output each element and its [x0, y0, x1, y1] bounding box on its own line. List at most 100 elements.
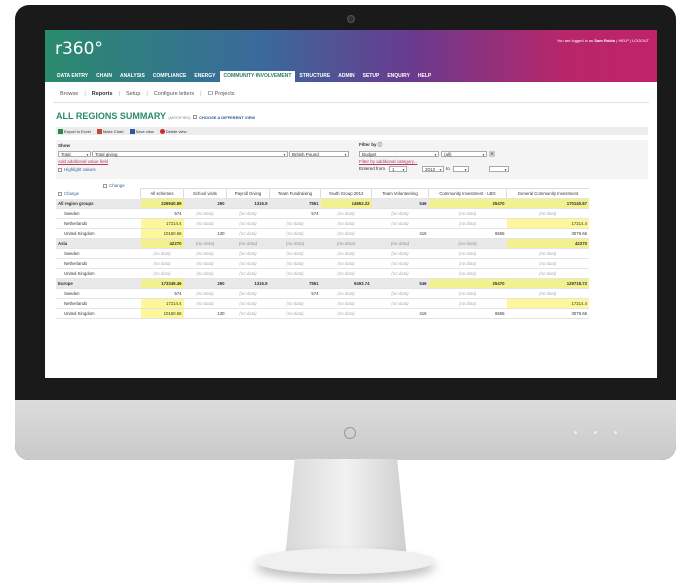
- user-text: You are logged in as: [556, 38, 594, 43]
- nav-item[interactable]: COMPLIANCE: [149, 71, 191, 82]
- nav-item[interactable]: ENQUIRY: [383, 71, 414, 82]
- table-cell: (no data): [428, 208, 507, 219]
- show-label: Show: [58, 143, 70, 148]
- clear-filter-icon[interactable]: ✕: [489, 151, 495, 157]
- monitor-stand: [285, 459, 407, 559]
- column-header[interactable]: Team Fundraising: [269, 188, 321, 199]
- row-label: Netherlands: [56, 258, 141, 269]
- nav-item[interactable]: SETUP: [359, 71, 384, 82]
- filter-op-select[interactable]: (all): [441, 151, 487, 158]
- table-cell: 129718.72: [506, 278, 589, 289]
- nav-item[interactable]: ENERGY: [190, 71, 219, 82]
- subnav-item[interactable]: Setup: [123, 91, 143, 97]
- screen: r360° You are logged in as Sam Robin | H…: [45, 30, 657, 378]
- from-month-select[interactable]: 1: [389, 166, 407, 173]
- currency-select[interactable]: British Pound: [289, 151, 349, 158]
- help-link[interactable]: HELP: [618, 38, 628, 43]
- nav-item[interactable]: CHAIN: [92, 71, 116, 82]
- power-button: [344, 427, 356, 439]
- choose-view-checkbox[interactable]: [193, 114, 198, 119]
- subnav-item[interactable]: Configure letters: [151, 91, 197, 97]
- column-header[interactable]: Community Investment - LBG: [428, 188, 507, 199]
- table-cell: 574: [140, 288, 184, 299]
- filter-select[interactable]: Budget: [359, 151, 439, 158]
- subnav-item[interactable]: Browse: [57, 91, 81, 97]
- nav-item[interactable]: COMMUNITY INVOLVEMENT: [219, 71, 296, 82]
- table-cell: 42270: [140, 238, 184, 249]
- to-year-select[interactable]: [489, 166, 509, 173]
- column-header[interactable]: General Community Investment: [506, 188, 589, 199]
- indicator-light: [594, 431, 597, 434]
- table-cell: 17214.4: [506, 218, 589, 229]
- table-cell: 546: [371, 198, 429, 209]
- table-cell: (no data): [371, 258, 429, 269]
- column-header[interactable]: School visits: [183, 188, 227, 199]
- nav-item[interactable]: ANALYSIS: [116, 71, 149, 82]
- choose-view-link[interactable]: CHOOSE A DIFFERENT VIEW: [199, 115, 255, 120]
- table-cell: 6565: [428, 308, 507, 319]
- table-cell: (no data): [320, 258, 372, 269]
- save-view-button[interactable]: Save view: [128, 128, 154, 134]
- table-cell: (no data): [183, 288, 227, 299]
- table-cell: (no data): [183, 238, 227, 249]
- indicator-light: [574, 431, 577, 434]
- table-cell: 10150.66: [140, 228, 184, 239]
- show-select[interactable]: Total: [58, 151, 91, 158]
- row-label: Sweden: [56, 208, 141, 219]
- webcam: [347, 15, 355, 23]
- info-icon[interactable]: ⓘ: [378, 142, 383, 147]
- nav-item[interactable]: STRUCTURE: [295, 71, 334, 82]
- make-chart-button[interactable]: Make Chart: [95, 128, 124, 134]
- table-cell: (no data): [428, 258, 507, 269]
- table-cell: 42270: [506, 238, 589, 249]
- row-label: Netherlands: [56, 298, 141, 309]
- column-header[interactable]: Payroll Giving: [226, 188, 270, 199]
- table-cell: (no data): [226, 218, 270, 229]
- to-month-select[interactable]: [453, 166, 469, 173]
- table-cell: (no data): [183, 248, 227, 259]
- table-row: Sweden 574 (no data) (no data) 574 (no data)(…: [56, 208, 589, 219]
- table-row: United Kingdom (no data) (no data) (no data…: [56, 268, 589, 279]
- table-cell: (no data): [269, 258, 321, 269]
- column-header[interactable]: All schemes: [140, 188, 184, 199]
- table-cell: (no data): [269, 248, 321, 259]
- measure-select[interactable]: Total giving: [92, 151, 288, 158]
- table-cell: (no data): [183, 258, 227, 269]
- logout-link[interactable]: LOGOUT: [632, 38, 649, 43]
- table-cell: (no data): [428, 288, 507, 299]
- from-year-select[interactable]: 2013: [422, 166, 444, 173]
- table-cell: (no data): [320, 218, 372, 229]
- nav-item[interactable]: HELP: [414, 71, 435, 82]
- delete-view-button[interactable]: Delete view: [158, 128, 187, 134]
- modified-flag: (MODIFIED): [168, 115, 191, 120]
- highlight-checkbox[interactable]: [58, 167, 62, 172]
- nav-item[interactable]: DATA ENTRY: [53, 71, 92, 82]
- nav-item[interactable]: ADMIN: [334, 71, 358, 82]
- table-cell: (no data): [269, 268, 321, 279]
- subnav-item[interactable]: Reports: [89, 91, 116, 97]
- highlight-label: Highlight values: [64, 167, 96, 172]
- user-info: You are logged in as Sam Robin | HELP | …: [556, 38, 649, 43]
- table-cell: 3079.66: [506, 308, 589, 319]
- table-row: Sweden 574 (no data) (no data) 574 (no data)(…: [56, 288, 589, 299]
- filter-more-link[interactable]: Filter by additional category...: [359, 159, 417, 164]
- add-value-link[interactable]: Add additional value field: [58, 159, 108, 164]
- table-cell: (no data): [140, 268, 184, 279]
- column-header[interactable]: Team Volunteering: [371, 188, 429, 199]
- export-excel-button[interactable]: Export to Excel: [56, 128, 91, 134]
- app-logo[interactable]: r360°: [55, 39, 103, 59]
- column-header[interactable]: Youth Group 2012: [320, 188, 372, 199]
- subnav-item[interactable]: CI Projects: [205, 91, 238, 97]
- table-cell: (no data): [428, 298, 507, 309]
- change-rows-control[interactable]: Change: [56, 189, 141, 199]
- row-label: All region groups: [56, 198, 141, 209]
- table-cell: (no data): [320, 308, 372, 319]
- table-cell: 130: [183, 228, 227, 239]
- divider: [53, 102, 649, 103]
- row-label: United Kingdom: [56, 308, 141, 319]
- toolbar: Export to Excel Make Chart Save view Del…: [56, 127, 648, 135]
- table-cell: 130: [183, 308, 227, 319]
- table-cell: (no data): [320, 208, 372, 219]
- table-cell: (no data): [506, 268, 589, 279]
- save-icon: [129, 128, 135, 134]
